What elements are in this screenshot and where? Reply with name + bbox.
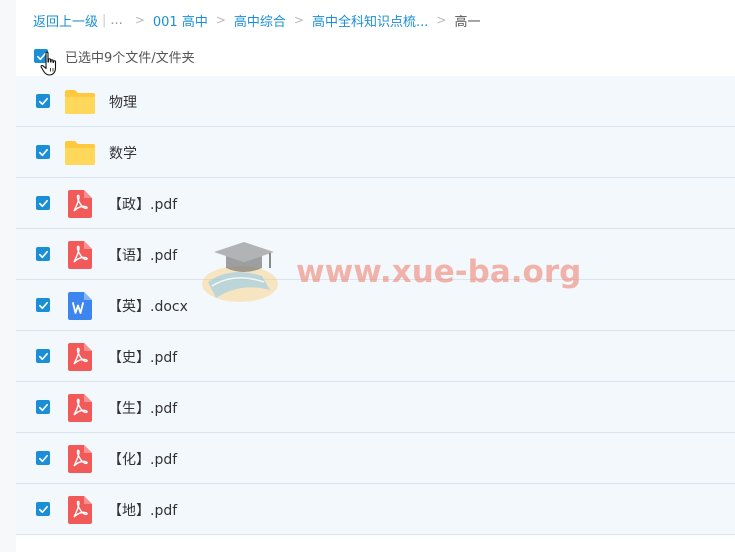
hand-pointer-icon xyxy=(40,51,57,76)
breadcrumb-item-general[interactable]: 高中综合 xyxy=(234,11,286,30)
file-row-biology[interactable]: 【生】.pdf xyxy=(16,382,735,433)
pdf-file-icon xyxy=(64,445,96,473)
pdf-file-icon xyxy=(64,394,96,422)
checkbox-checked-icon xyxy=(38,97,48,105)
file-row-physics[interactable]: 物理 xyxy=(16,76,735,127)
file-row-chinese[interactable]: 【语】.pdf xyxy=(16,229,735,280)
chevron-right-icon: > xyxy=(215,13,226,27)
checkbox-checked-icon xyxy=(38,403,48,411)
selection-count-label: 已选中9个文件/文件夹 xyxy=(65,50,195,66)
pdf-file-icon xyxy=(64,496,96,524)
word-file-icon xyxy=(64,292,96,320)
breadcrumb: 返回上一级 | ... > 001 高中 > 高中综合 > 高中全科知识点梳..… xyxy=(33,10,480,30)
file-row-chemistry[interactable]: 【化】.pdf xyxy=(16,433,735,484)
breadcrumb-divider: | xyxy=(102,12,107,28)
row-checkbox[interactable] xyxy=(36,298,50,312)
pdf-file-icon xyxy=(64,241,96,269)
pdf-file-icon xyxy=(64,190,96,218)
file-name[interactable]: 【英】.docx xyxy=(108,296,188,316)
row-checkbox[interactable] xyxy=(36,502,50,516)
file-name[interactable]: 【生】.pdf xyxy=(108,398,177,418)
checkbox-checked-icon xyxy=(38,199,48,207)
breadcrumb-item-knowledge[interactable]: 高中全科知识点梳... xyxy=(312,11,428,30)
row-checkbox[interactable] xyxy=(36,145,50,159)
left-panel-edge xyxy=(0,0,16,552)
chevron-right-icon: > xyxy=(436,13,447,27)
row-checkbox[interactable] xyxy=(36,196,50,210)
file-row-geography[interactable]: 【地】.pdf xyxy=(16,484,735,535)
file-name[interactable]: 【史】.pdf xyxy=(108,347,177,367)
checkbox-checked-icon xyxy=(38,250,48,258)
row-checkbox[interactable] xyxy=(36,451,50,465)
file-row-math[interactable]: 数学 xyxy=(16,127,735,178)
file-list: 物理 数学 【政】.pdf 【语】.pdf 【英】.docx 【史】.pdf 【… xyxy=(16,76,735,535)
breadcrumb-more[interactable]: ... xyxy=(110,13,122,28)
file-name[interactable]: 物理 xyxy=(109,92,137,112)
file-name[interactable]: 【语】.pdf xyxy=(108,245,177,265)
back-link[interactable]: 返回上一级 xyxy=(33,11,98,30)
folder-icon xyxy=(64,88,96,116)
checkbox-checked-icon xyxy=(38,148,48,156)
file-name[interactable]: 【地】.pdf xyxy=(108,500,177,520)
file-row-english[interactable]: 【英】.docx xyxy=(16,280,735,331)
breadcrumb-current: 高一 xyxy=(454,14,481,30)
file-name[interactable]: 【化】.pdf xyxy=(108,449,177,469)
checkbox-checked-icon xyxy=(38,505,48,513)
pdf-file-icon xyxy=(64,343,96,371)
folder-icon xyxy=(64,139,96,167)
chevron-right-icon: > xyxy=(293,13,304,27)
checkbox-checked-icon xyxy=(38,454,48,462)
checkbox-checked-icon xyxy=(38,301,48,309)
row-checkbox[interactable] xyxy=(36,247,50,261)
checkbox-checked-icon xyxy=(38,352,48,360)
row-checkbox[interactable] xyxy=(36,400,50,414)
file-row-politics[interactable]: 【政】.pdf xyxy=(16,178,735,229)
file-row-history[interactable]: 【史】.pdf xyxy=(16,331,735,382)
file-name[interactable]: 数学 xyxy=(109,143,137,163)
chevron-right-icon: > xyxy=(134,13,145,27)
row-checkbox[interactable] xyxy=(36,349,50,363)
file-name[interactable]: 【政】.pdf xyxy=(108,194,177,214)
breadcrumb-item-001[interactable]: 001 高中 xyxy=(153,11,208,30)
row-checkbox[interactable] xyxy=(36,94,50,108)
